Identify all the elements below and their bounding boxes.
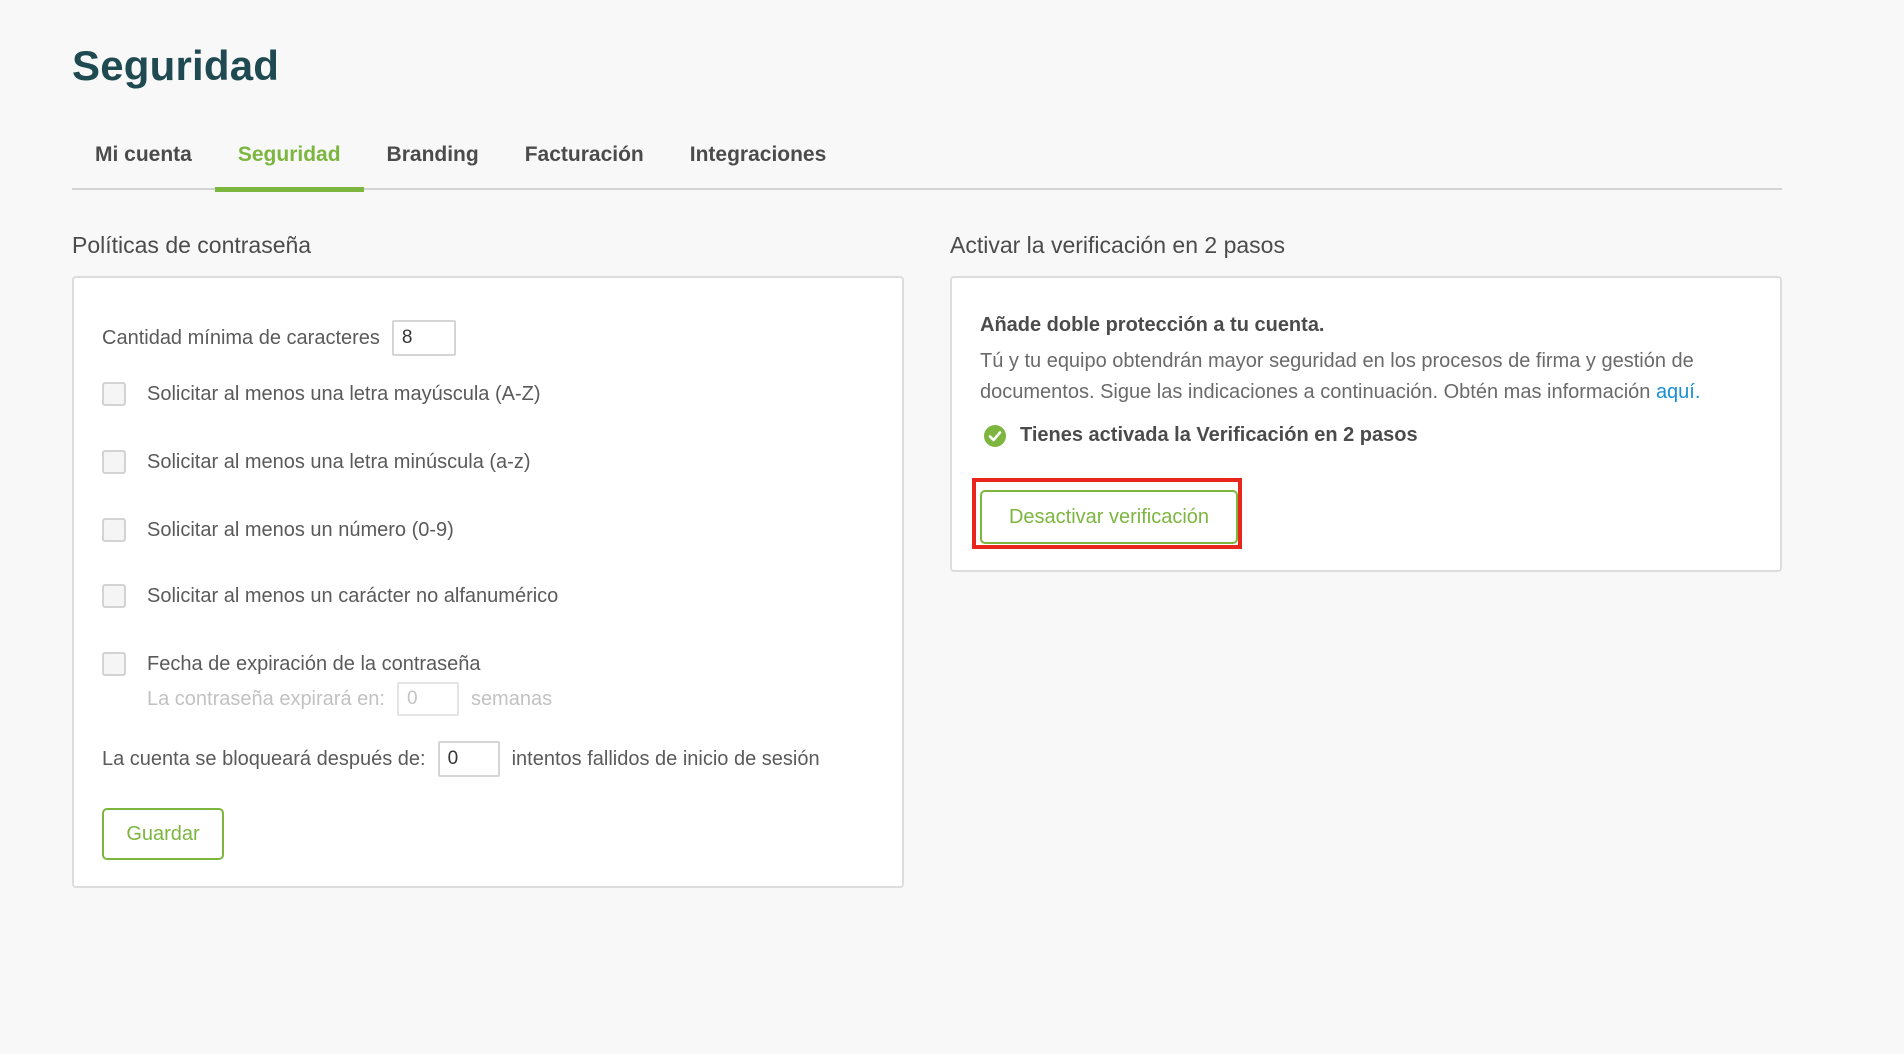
lockout-label: La cuenta se bloqueará después de: xyxy=(102,747,426,770)
tab-branding[interactable]: Branding xyxy=(364,130,502,190)
tab-facturacion[interactable]: Facturación xyxy=(502,130,667,190)
expiry-weeks-input[interactable] xyxy=(396,682,459,716)
security-settings-page: Seguridad Mi cuenta Seguridad Branding F… xyxy=(0,0,1904,1054)
checkbox-row-number: Solicitar al menos un número (0-9) xyxy=(102,518,454,542)
checkbox-label: Solicitar al menos una letra mayúscula (… xyxy=(147,382,541,405)
min-chars-label: Cantidad mínima de caracteres xyxy=(102,326,380,349)
checkbox-label: Solicitar al menos un número (0-9) xyxy=(147,518,454,541)
save-button[interactable]: Guardar xyxy=(102,808,224,860)
uppercase-checkbox[interactable] xyxy=(102,382,126,406)
tab-seguridad[interactable]: Seguridad xyxy=(214,130,364,192)
lowercase-checkbox[interactable] xyxy=(102,450,126,474)
two-step-description: Tú y tu equipo obtendrán mayor seguridad… xyxy=(980,346,1770,408)
tab-integraciones[interactable]: Integraciones xyxy=(667,130,850,190)
lockout-attempts-input[interactable] xyxy=(437,741,500,777)
checkbox-label: Fecha de expiración de la contraseña xyxy=(147,652,481,675)
checkbox-row-lowercase: Solicitar al menos una letra minúscula (… xyxy=(102,450,531,474)
password-policies-title: Políticas de contraseña xyxy=(72,232,312,258)
two-step-title: Activar la verificación en 2 pasos xyxy=(950,232,1285,258)
expiry-checkbox[interactable] xyxy=(102,652,126,676)
password-policies-card: Cantidad mínima de caracteres Solicitar … xyxy=(72,276,904,888)
lockout-row: La cuenta se bloqueará después de: inten… xyxy=(102,741,820,777)
lockout-suffix: intentos fallidos de inicio de sesión xyxy=(511,747,820,770)
checkbox-label: Solicitar al menos un carácter no alfanu… xyxy=(147,584,559,607)
expiry-label: La contraseña expirará en: xyxy=(147,687,385,710)
checkbox-row-special: Solicitar al menos un carácter no alfanu… xyxy=(102,584,558,608)
description-text: Tú y tu equipo obtendrán mayor seguridad… xyxy=(980,350,1694,403)
tab-mi-cuenta[interactable]: Mi cuenta xyxy=(72,130,215,190)
min-chars-row: Cantidad mínima de caracteres xyxy=(102,320,456,356)
expiry-detail-row: La contraseña expirará en: semanas xyxy=(147,682,552,716)
settings-tabs: Mi cuenta Seguridad Branding Facturación… xyxy=(72,130,1782,192)
expiry-unit: semanas xyxy=(470,687,553,710)
checkbox-row-expiry: Fecha de expiración de la contraseña xyxy=(102,652,481,676)
special-char-checkbox[interactable] xyxy=(102,584,126,608)
min-chars-input[interactable] xyxy=(391,320,456,356)
check-circle-icon xyxy=(984,424,1006,447)
page-title: Seguridad xyxy=(72,42,280,89)
highlight-box xyxy=(972,478,1242,549)
checkbox-label: Solicitar al menos una letra minúscula (… xyxy=(147,450,531,473)
two-step-status: Tienes activada la Verificación en 2 pas… xyxy=(984,424,1418,447)
more-info-link[interactable]: aquí. xyxy=(1656,381,1700,403)
number-checkbox[interactable] xyxy=(102,518,126,542)
two-step-heading: Añade doble protección a tu cuenta. xyxy=(980,314,1325,336)
checkbox-row-uppercase: Solicitar al menos una letra mayúscula (… xyxy=(102,382,540,406)
status-text: Tienes activada la Verificación en 2 pas… xyxy=(1020,424,1418,446)
